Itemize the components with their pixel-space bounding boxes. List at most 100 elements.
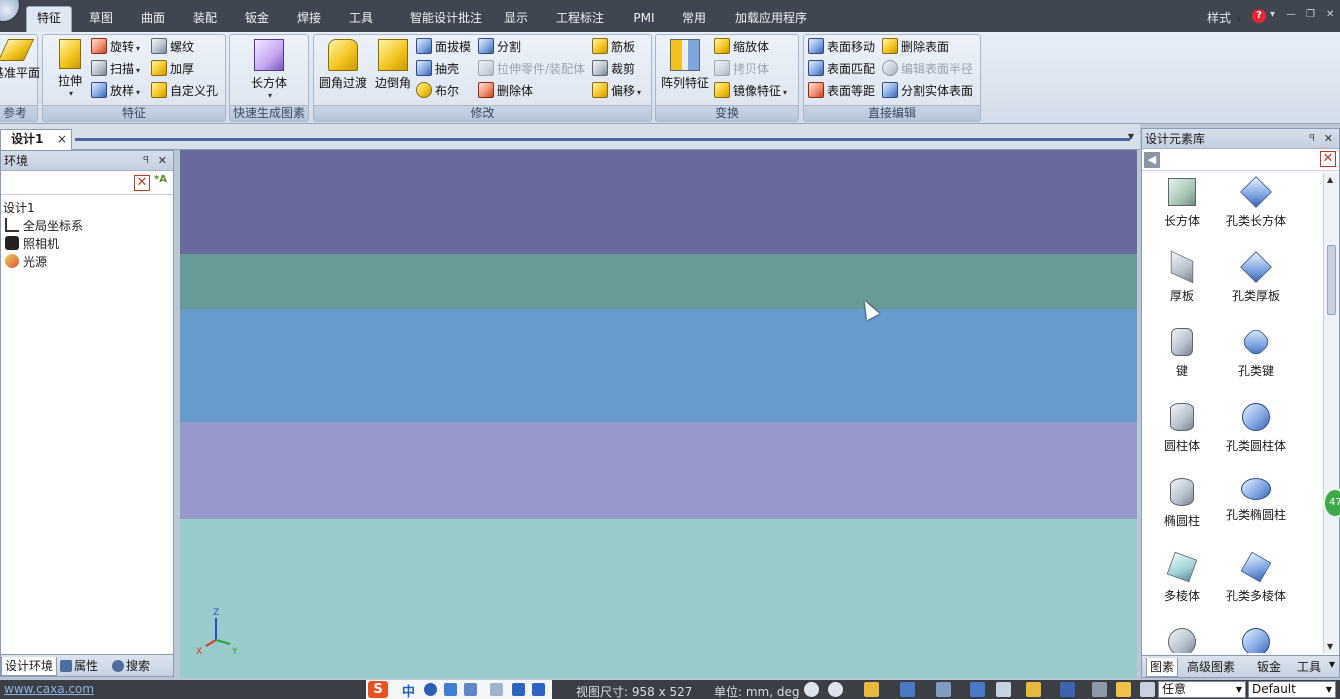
copy-body-button[interactable]: 拷贝体: [714, 59, 769, 79]
close-panel-icon[interactable]: ✕: [158, 151, 167, 171]
style-menu[interactable]: 样式 ▾: [1207, 9, 1241, 26]
sweep-button[interactable]: 扫描 ▾: [91, 59, 140, 79]
scroll-up-icon[interactable]: ▲: [1327, 175, 1333, 184]
pin-icon[interactable]: ꟼ: [143, 151, 149, 171]
tab-sheetmetal[interactable]: 钣金: [236, 8, 278, 30]
floating-progress-badge[interactable]: 47: [1323, 488, 1340, 518]
boolean-button[interactable]: 布尔: [416, 81, 459, 101]
delete-body-button[interactable]: 删除体: [478, 81, 533, 101]
delete-face-button[interactable]: 删除表面: [882, 37, 949, 57]
tab-assembly[interactable]: 装配: [184, 8, 226, 30]
moon-icon[interactable]: [424, 683, 437, 696]
library-item-sphere[interactable]: [1142, 628, 1222, 653]
custom-hole-button[interactable]: 自定义孔: [151, 81, 218, 101]
library-item-prism[interactable]: 多棱体: [1142, 551, 1222, 604]
match-face-button[interactable]: 表面匹配: [808, 59, 875, 79]
zoom-icon[interactable]: [804, 682, 819, 697]
box-primitive-button[interactable]: 长方体 ▾: [242, 39, 296, 100]
tab-load-apps[interactable]: 加载应用程序: [728, 8, 814, 30]
library-item-plate[interactable]: 厚板: [1142, 250, 1222, 304]
user-icon[interactable]: [490, 683, 503, 696]
tab-design-environment[interactable]: 设计环境: [1, 657, 58, 676]
website-link[interactable]: www.caxa.com: [4, 682, 94, 696]
library-item-key[interactable]: 键: [1142, 328, 1222, 379]
tab-display[interactable]: 显示: [498, 8, 534, 30]
pointer-select-icon[interactable]: [1116, 682, 1131, 697]
document-list-dropdown-icon[interactable]: ▼: [1128, 132, 1134, 141]
sogou-logo-icon[interactable]: S: [368, 681, 388, 698]
library-item-hole-ellipse-cylinder[interactable]: 孔类椭圆柱: [1216, 478, 1296, 523]
draft-button[interactable]: 面拔模: [416, 37, 471, 57]
close-library-icon[interactable]: ✕: [1324, 129, 1333, 149]
library-item-hole-cylinder[interactable]: 孔类圆柱体: [1216, 403, 1296, 454]
scrollbar-thumb[interactable]: [1327, 245, 1336, 315]
shell-button[interactable]: 抽壳: [416, 59, 459, 79]
library-item-ellipse-cylinder[interactable]: 椭圆柱: [1142, 478, 1222, 529]
thicken-button[interactable]: 加厚: [151, 59, 194, 79]
split-solid-face-button[interactable]: 分割实体表面: [882, 81, 973, 101]
clear-filter-icon[interactable]: ✕: [134, 175, 150, 191]
display-options-icon[interactable]: [1026, 682, 1041, 697]
minimize-icon[interactable]: —: [1286, 9, 1296, 20]
filter-icon[interactable]: *A: [154, 174, 170, 192]
tree-item-camera[interactable]: 照相机: [1, 235, 173, 253]
application-menu-button[interactable]: [0, 0, 20, 22]
library-item-hole-prism[interactable]: 孔类多棱体: [1216, 551, 1296, 604]
close-document-icon[interactable]: ×: [57, 130, 67, 149]
tab-primitives[interactable]: 图素: [1146, 658, 1179, 677]
tab-feature[interactable]: 特征: [26, 6, 72, 32]
tabs-dropdown-icon[interactable]: ▼: [1329, 660, 1335, 669]
library-scrollbar[interactable]: ▲ ▼: [1323, 173, 1339, 653]
3d-viewport[interactable]: Z X Y: [180, 150, 1137, 678]
scroll-down-icon[interactable]: ▼: [1327, 642, 1333, 651]
tab-engineering-annotation[interactable]: 工程标注: [546, 8, 614, 30]
tab-tools[interactable]: 工具: [340, 8, 382, 30]
tab-welding[interactable]: 焊接: [288, 8, 330, 30]
back-arrow-icon[interactable]: ◀: [1144, 152, 1160, 168]
tree-item-lights[interactable]: 光源: [1, 253, 173, 271]
thread-button[interactable]: 螺纹: [151, 37, 194, 57]
pick-icon[interactable]: [1140, 682, 1155, 697]
library-item-hole-key[interactable]: 孔类键: [1216, 326, 1296, 379]
help-dropdown-icon[interactable]: ▾: [1270, 9, 1275, 20]
extrude-button[interactable]: 拉伸 ▾: [43, 39, 97, 98]
close-icon[interactable]: ✕: [1326, 9, 1334, 20]
mirror-feature-button[interactable]: 镜像特征 ▾: [714, 81, 787, 101]
pattern-feature-button[interactable]: 阵列特征: [658, 39, 712, 91]
document-tab-design1[interactable]: 设计1 ×: [0, 129, 72, 150]
render-mode-icon[interactable]: [900, 682, 915, 697]
select-filter-icon[interactable]: [1092, 682, 1107, 697]
tree-item-design[interactable]: 设计1: [1, 199, 173, 217]
box-dropdown-icon[interactable]: ▾: [244, 91, 296, 100]
library-item-hole-plate[interactable]: 孔类厚板: [1216, 251, 1296, 304]
extrude-dropdown-icon[interactable]: ▾: [45, 89, 97, 98]
fillet-button[interactable]: 圆角过渡: [316, 39, 370, 91]
pin-icon[interactable]: ꟼ: [1309, 129, 1315, 149]
tab-library-tools[interactable]: 工具: [1294, 658, 1324, 677]
punctuation-icon[interactable]: [444, 683, 457, 696]
clear-library-filter-icon[interactable]: ✕: [1320, 151, 1336, 167]
split-button[interactable]: 分割: [478, 37, 521, 57]
library-item-box[interactable]: 长方体: [1142, 178, 1222, 229]
zoom-window-icon[interactable]: [828, 682, 843, 697]
tab-surface[interactable]: 曲面: [132, 8, 174, 30]
tab-common[interactable]: 常用: [674, 8, 714, 30]
tab-smart-annotation[interactable]: 智能设计批注: [396, 8, 496, 30]
glasses-icon[interactable]: [996, 682, 1011, 697]
restore-icon[interactable]: ❐: [1306, 9, 1315, 20]
tab-library-sheetmetal[interactable]: 钣金: [1254, 658, 1284, 677]
extrude-part-button[interactable]: 拉伸零件/装配体: [478, 59, 585, 79]
reference-plane-button[interactable]: 基准平面: [0, 39, 43, 81]
edit-face-radius-button[interactable]: 编辑表面半径: [882, 59, 973, 79]
offset-button[interactable]: 偏移 ▾: [592, 81, 641, 101]
library-item-hole-box[interactable]: 孔类长方体: [1216, 176, 1296, 229]
equidistant-face-button[interactable]: 表面等距: [808, 81, 875, 101]
tab-properties[interactable]: 属性: [57, 657, 101, 676]
trim-button[interactable]: 裁剪: [592, 59, 635, 79]
library-item-cylinder[interactable]: 圆柱体: [1142, 403, 1222, 454]
tree-item-global-axes[interactable]: 全局坐标系: [1, 217, 173, 235]
library-item-hole-sphere[interactable]: [1216, 628, 1296, 653]
selection-mode-select[interactable]: 任意 ▼: [1158, 681, 1246, 698]
move-face-button[interactable]: 表面移动: [808, 37, 875, 57]
shading-icon[interactable]: [970, 682, 985, 697]
